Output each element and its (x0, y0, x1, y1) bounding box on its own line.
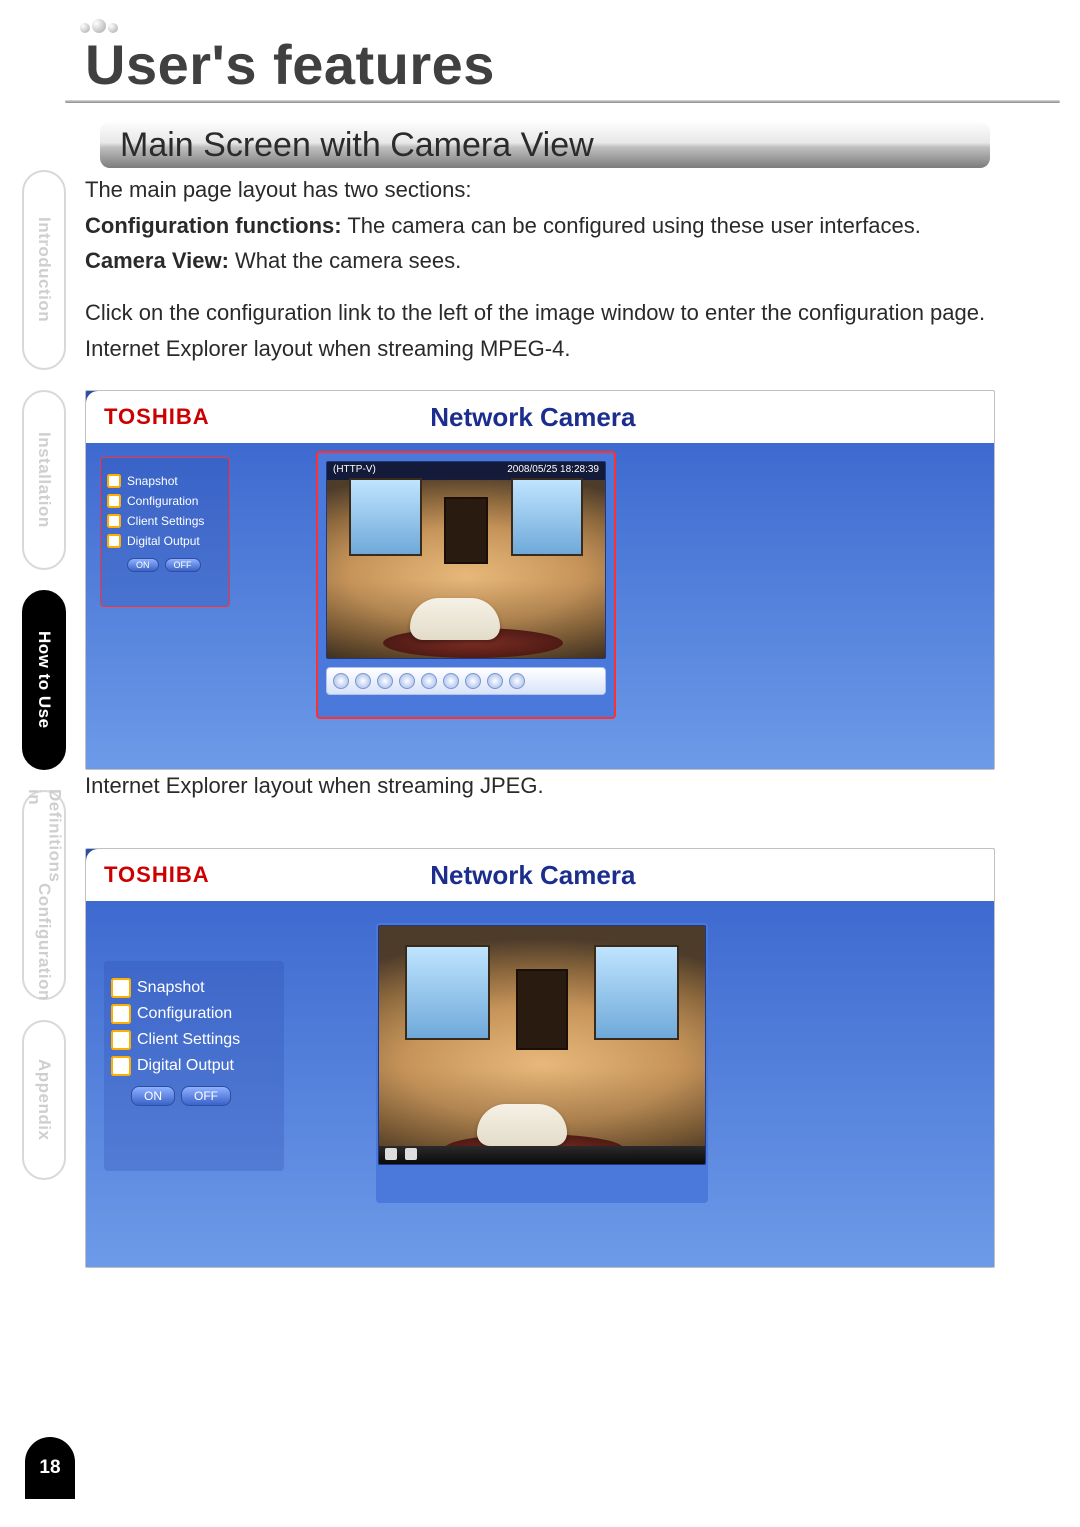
toolbar-pause-icon[interactable] (399, 673, 415, 689)
page-number: 18 (25, 1437, 75, 1499)
snapshot-icon (107, 474, 121, 488)
caption-mpeg4: Internet Explorer layout when streaming … (85, 334, 995, 364)
sidebar-snapshot[interactable]: Snapshot (107, 474, 223, 488)
camera-view-line: Camera View: What the camera sees. (85, 246, 995, 276)
camera-view-panel: (HTTP-V) 2008/05/25 18:28:39 (316, 451, 616, 719)
intro-line: The main page layout has two sections: (85, 175, 995, 205)
sidebar-client-settings-label: Client Settings (127, 514, 204, 528)
sidebar-configuration-label: Configuration (137, 1005, 232, 1023)
camera-view-panel (376, 923, 708, 1203)
nav-how-to-use[interactable]: How to Use (22, 590, 66, 770)
nav-introduction[interactable]: Introduction (22, 170, 66, 370)
configuration-icon (107, 494, 121, 508)
sidebar-digital-output-label: Digital Output (137, 1057, 234, 1075)
digital-output-off[interactable]: OFF (181, 1086, 231, 1106)
caption-jpeg: Internet Explorer layout when streaming … (85, 771, 995, 801)
sidebar-configuration[interactable]: Configuration (111, 1004, 277, 1024)
screenshot-title: Network Camera (210, 402, 856, 433)
toolbar-record-icon[interactable] (355, 673, 371, 689)
config-sidebar: Snapshot Configuration Client Settings D… (104, 961, 284, 1171)
click-config-line: Click on the configuration link to the l… (85, 298, 995, 328)
nav-definitions[interactable]: Definitions in Configuration (22, 790, 66, 1000)
camera-view-text: What the camera sees. (229, 248, 461, 273)
side-nav: Introduction Installation How to Use Def… (22, 170, 66, 1200)
screenshot-mpeg4: TOSHIBA Network Camera Snapshot Configur… (85, 390, 995, 770)
play-icon[interactable] (385, 1148, 397, 1160)
sidebar-configuration-label: Configuration (127, 494, 198, 508)
sidebar-digital-output[interactable]: Digital Output (111, 1056, 277, 1076)
camera-live-image: (HTTP-V) 2008/05/25 18:28:39 (326, 461, 606, 659)
config-functions-line: Configuration functions: The camera can … (85, 211, 995, 241)
toolbar-mic-icon[interactable] (465, 673, 481, 689)
sidebar-client-settings[interactable]: Client Settings (107, 514, 223, 528)
digital-output-off[interactable]: OFF (165, 558, 201, 572)
digital-output-toggle: ON OFF (131, 1086, 231, 1106)
toolbar-stop-icon[interactable] (421, 673, 437, 689)
chapter-divider (65, 100, 1060, 103)
toolbar-zoom-icon[interactable] (333, 673, 349, 689)
toolbar-audio-icon[interactable] (443, 673, 459, 689)
camera-live-image (378, 925, 706, 1165)
sidebar-snapshot[interactable]: Snapshot (111, 978, 277, 998)
brand-logo: TOSHIBA (104, 862, 210, 888)
configuration-icon (111, 1004, 131, 1024)
digital-output-on[interactable]: ON (127, 558, 159, 572)
sidebar-configuration[interactable]: Configuration (107, 494, 223, 508)
nav-appendix[interactable]: Appendix (22, 1020, 66, 1180)
brand-logo: TOSHIBA (104, 404, 210, 430)
snapshot-icon (111, 978, 131, 998)
video-toolbar (326, 667, 606, 695)
camera-view-label: Camera View: (85, 248, 229, 273)
screenshot-jpeg: TOSHIBA Network Camera Snapshot Configur… (85, 848, 995, 1268)
config-functions-text: The camera can be configured using these… (342, 213, 921, 238)
screenshot-header: TOSHIBA Network Camera (86, 849, 994, 901)
digital-output-on[interactable]: ON (131, 1086, 175, 1106)
jpeg-play-controls (379, 1146, 705, 1164)
sidebar-snapshot-label: Snapshot (137, 979, 205, 997)
pause-icon[interactable] (405, 1148, 417, 1160)
sidebar-client-settings[interactable]: Client Settings (111, 1030, 277, 1050)
nav-installation[interactable]: Installation (22, 390, 66, 570)
nav-definitions-line1: Definitions in (24, 789, 65, 882)
config-sidebar: Snapshot Configuration Client Settings D… (100, 457, 230, 607)
digital-output-icon (111, 1056, 131, 1076)
digital-output-icon (107, 534, 121, 548)
section-heading: Main Screen with Camera View (100, 122, 990, 168)
sidebar-digital-output[interactable]: Digital Output (107, 534, 223, 548)
screenshot-title: Network Camera (210, 860, 856, 891)
nav-definitions-line2: Configuration (34, 883, 54, 1001)
toolbar-snapshot-icon[interactable] (377, 673, 393, 689)
overlay-timestamp: 2008/05/25 18:28:39 (507, 464, 599, 478)
chapter-accent (80, 15, 118, 33)
chapter-title: User's features (85, 32, 495, 97)
screenshot-header: TOSHIBA Network Camera (86, 391, 994, 443)
sidebar-client-settings-label: Client Settings (137, 1031, 240, 1049)
config-functions-label: Configuration functions: (85, 213, 342, 238)
toolbar-fullscreen-icon[interactable] (509, 673, 525, 689)
client-settings-icon (107, 514, 121, 528)
overlay-protocol: (HTTP-V) (333, 464, 376, 478)
sidebar-digital-output-label: Digital Output (127, 534, 200, 548)
digital-output-toggle: ON OFF (127, 558, 201, 572)
client-settings-icon (111, 1030, 131, 1050)
toolbar-settings-icon[interactable] (487, 673, 503, 689)
sidebar-snapshot-label: Snapshot (127, 474, 178, 488)
